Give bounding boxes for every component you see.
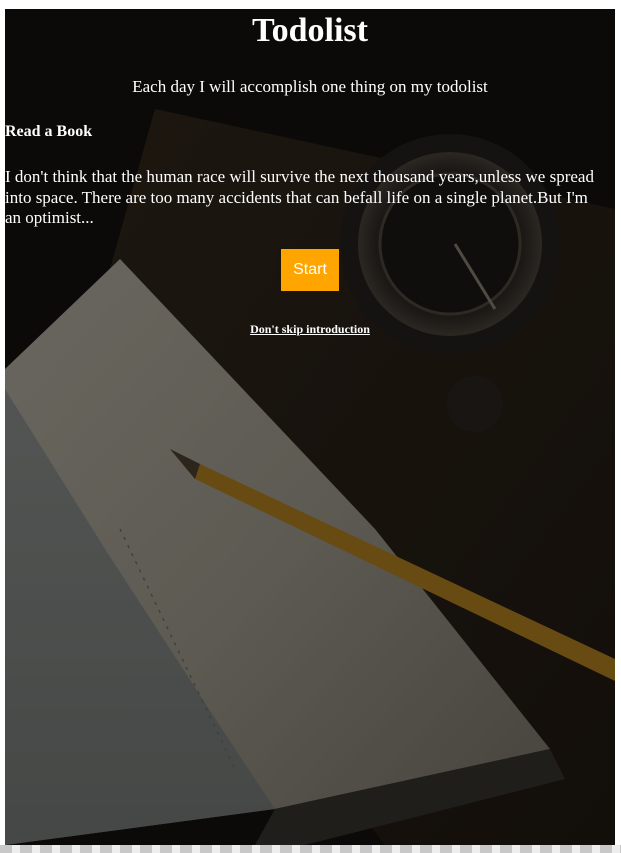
skip-link-container: Don't skip introduction: [5, 320, 615, 338]
horizontal-scrollbar[interactable]: [0, 845, 621, 853]
page-subtitle: Each day I will accomplish one thing on …: [132, 77, 488, 96]
task-quote: I don't think that the human race will s…: [5, 167, 594, 227]
page-title: Todolist: [252, 12, 368, 49]
main-content: Todolist Each day I will accomplish one …: [5, 9, 615, 338]
skip-introduction-link[interactable]: Don't skip introduction: [250, 322, 370, 336]
start-button-container: Start: [5, 246, 615, 293]
task-heading: Read a Book: [5, 123, 93, 140]
page: Todolist Each day I will accomplish one …: [5, 9, 615, 845]
start-button[interactable]: Start: [279, 246, 341, 293]
